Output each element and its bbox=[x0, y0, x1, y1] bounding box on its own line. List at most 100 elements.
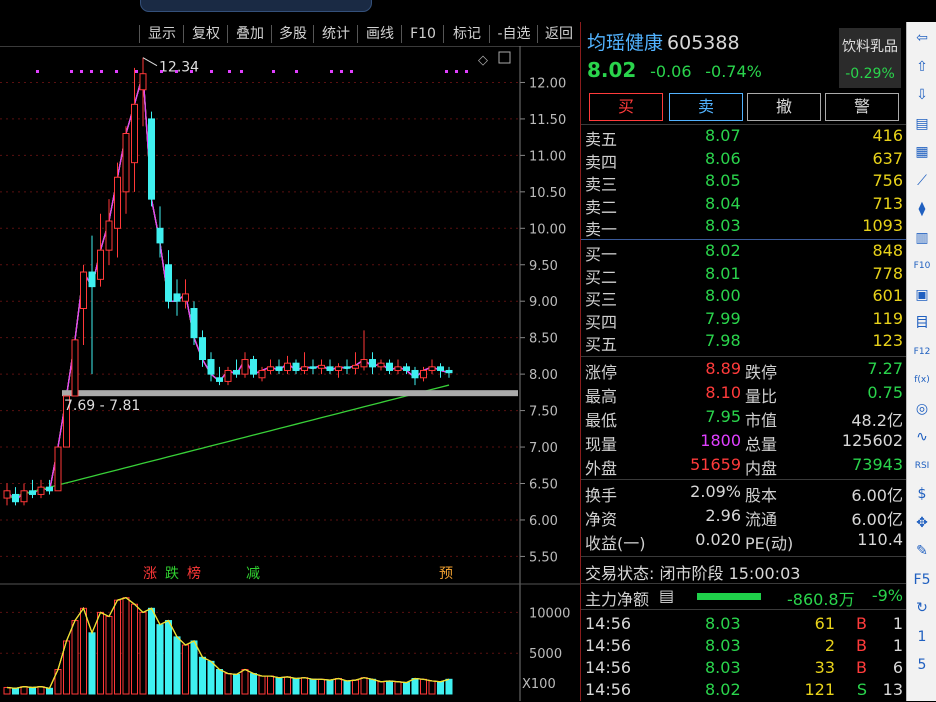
down-arrow-icon[interactable]: ⇩ bbox=[912, 85, 932, 105]
volume-bar[interactable] bbox=[318, 678, 325, 695]
candle[interactable] bbox=[173, 279, 181, 316]
volume-bar[interactable] bbox=[216, 669, 223, 695]
candle[interactable] bbox=[139, 57, 147, 127]
rsi-icon[interactable]: RSI bbox=[912, 456, 932, 476]
ask-row[interactable]: 卖一 8.03 1093 bbox=[581, 216, 907, 239]
volume-bar[interactable] bbox=[139, 611, 147, 695]
volume-bar[interactable] bbox=[301, 677, 308, 695]
volume-bar[interactable] bbox=[343, 680, 351, 695]
volume-bar[interactable] bbox=[445, 678, 453, 695]
candle[interactable] bbox=[445, 366, 453, 378]
candle[interactable] bbox=[360, 330, 368, 371]
candle[interactable] bbox=[301, 352, 308, 375]
volume-bar[interactable] bbox=[156, 624, 164, 695]
volume-bar[interactable] bbox=[173, 636, 181, 695]
candle[interactable] bbox=[386, 359, 393, 375]
bid-row[interactable]: 买三 8.00 601 bbox=[581, 286, 907, 309]
ask-row[interactable]: 卖二 8.04 713 bbox=[581, 194, 907, 217]
sector-box[interactable]: 饮料乳品 -0.29% bbox=[839, 28, 901, 88]
candle[interactable] bbox=[411, 366, 419, 386]
candle[interactable] bbox=[114, 162, 121, 258]
volume-bar[interactable] bbox=[190, 640, 198, 695]
toolbar-overlay-button[interactable]: 叠加 bbox=[228, 24, 272, 44]
volume-bar[interactable] bbox=[88, 632, 96, 695]
wave-icon[interactable]: ∿ bbox=[912, 427, 932, 447]
candle[interactable] bbox=[437, 363, 444, 378]
volume-bar[interactable] bbox=[292, 677, 300, 695]
candle[interactable] bbox=[309, 359, 317, 375]
toolbar-adjust-button[interactable]: 复权 bbox=[184, 24, 228, 44]
volume-bar[interactable] bbox=[250, 673, 257, 695]
volume-bar[interactable] bbox=[165, 620, 172, 695]
stat-row[interactable]: 涨停 8.89 跌停 7.27 bbox=[581, 359, 907, 382]
volume-bar[interactable] bbox=[233, 673, 240, 695]
trade-status[interactable]: 交易状态: 闭市阶段 15:00:03 bbox=[581, 560, 907, 583]
volume-bar[interactable] bbox=[403, 682, 410, 695]
volume-bar[interactable] bbox=[114, 599, 121, 695]
candle[interactable] bbox=[199, 330, 206, 367]
volume-bar[interactable] bbox=[148, 607, 155, 695]
event-marker[interactable]: 减 bbox=[246, 566, 260, 582]
candle[interactable] bbox=[369, 352, 376, 375]
candle[interactable] bbox=[54, 446, 62, 492]
five-icon[interactable]: 5 bbox=[912, 655, 932, 675]
toolbar-f10-button[interactable]: F10 bbox=[402, 24, 444, 44]
candle[interactable] bbox=[12, 487, 19, 506]
volume-bar[interactable] bbox=[199, 656, 206, 695]
candle[interactable] bbox=[233, 359, 240, 378]
volume-bar[interactable] bbox=[29, 686, 36, 695]
volume-bar[interactable] bbox=[267, 675, 274, 695]
candle[interactable] bbox=[394, 359, 402, 375]
stat-row[interactable]: 最高 8.10 量比 0.75 bbox=[581, 383, 907, 406]
tick-row[interactable]: 14:56 8.02 121 S 13 bbox=[581, 680, 907, 702]
volume-bar[interactable] bbox=[275, 677, 283, 695]
fin-row[interactable]: 换手 2.09% 股本 6.00亿 bbox=[581, 482, 907, 505]
volume-bar[interactable] bbox=[377, 681, 385, 695]
search-pill[interactable] bbox=[140, 0, 372, 12]
candle-icon[interactable]: ⧫ bbox=[912, 199, 932, 219]
candle[interactable] bbox=[207, 352, 215, 382]
toolbar-display-button[interactable]: 显示 bbox=[140, 24, 184, 44]
volume-bar[interactable] bbox=[326, 679, 334, 695]
volume-bar[interactable] bbox=[284, 676, 291, 695]
volume-bar[interactable] bbox=[428, 680, 436, 695]
kline-chart[interactable]: 12.00 11.50 11.00 10.50 10.00 9.50 9.00 8.50 8.0… bbox=[0, 46, 580, 701]
volume-bar[interactable] bbox=[369, 678, 376, 695]
volume-bar[interactable] bbox=[241, 669, 249, 695]
volume-bar[interactable] bbox=[71, 620, 79, 695]
candle[interactable] bbox=[326, 359, 334, 375]
line-chart-icon[interactable]: ⟋ bbox=[912, 171, 932, 191]
event-marker[interactable]: 跌 bbox=[165, 566, 179, 582]
volume-bar[interactable] bbox=[131, 603, 138, 695]
volume-bar[interactable] bbox=[80, 607, 87, 695]
volume-bar[interactable] bbox=[207, 660, 215, 695]
candle[interactable] bbox=[318, 359, 325, 375]
stat-row[interactable]: 最低 7.95 市值 48.2亿 bbox=[581, 407, 907, 430]
candle[interactable] bbox=[250, 355, 257, 378]
volume-bar[interactable] bbox=[411, 677, 419, 695]
dollar-icon[interactable]: $ bbox=[912, 484, 932, 504]
f5-icon[interactable]: F5 bbox=[912, 570, 932, 590]
volume-bar[interactable] bbox=[309, 678, 317, 695]
stat-row[interactable]: 外盘 51659 内盘 73943 bbox=[581, 455, 907, 478]
f12-icon[interactable]: F12 bbox=[912, 342, 932, 362]
event-marker[interactable]: 榜 bbox=[187, 565, 201, 582]
volume-bar[interactable] bbox=[3, 686, 11, 695]
tick-row[interactable]: 14:56 8.03 33 B 6 bbox=[581, 658, 907, 680]
toolbar-multi-button[interactable]: 多股 bbox=[272, 24, 314, 44]
volume-bar[interactable] bbox=[46, 687, 53, 695]
list-icon[interactable]: ▥ bbox=[912, 228, 932, 248]
volume-bar[interactable] bbox=[420, 678, 427, 695]
cancel-button[interactable]: 撤 bbox=[747, 93, 821, 121]
candle[interactable] bbox=[29, 479, 36, 499]
candle[interactable] bbox=[148, 111, 155, 207]
f10-icon[interactable]: F10 bbox=[912, 256, 932, 276]
toolbar-mark-button[interactable]: 标记 bbox=[444, 24, 490, 44]
candle[interactable] bbox=[428, 359, 436, 375]
volume-bar[interactable] bbox=[97, 611, 104, 695]
volume-bar[interactable] bbox=[37, 686, 45, 695]
ask-row[interactable]: 卖三 8.05 756 bbox=[581, 171, 907, 194]
event-marker[interactable]: 预 bbox=[439, 566, 453, 582]
candle[interactable] bbox=[131, 67, 138, 192]
candle[interactable] bbox=[88, 235, 96, 375]
